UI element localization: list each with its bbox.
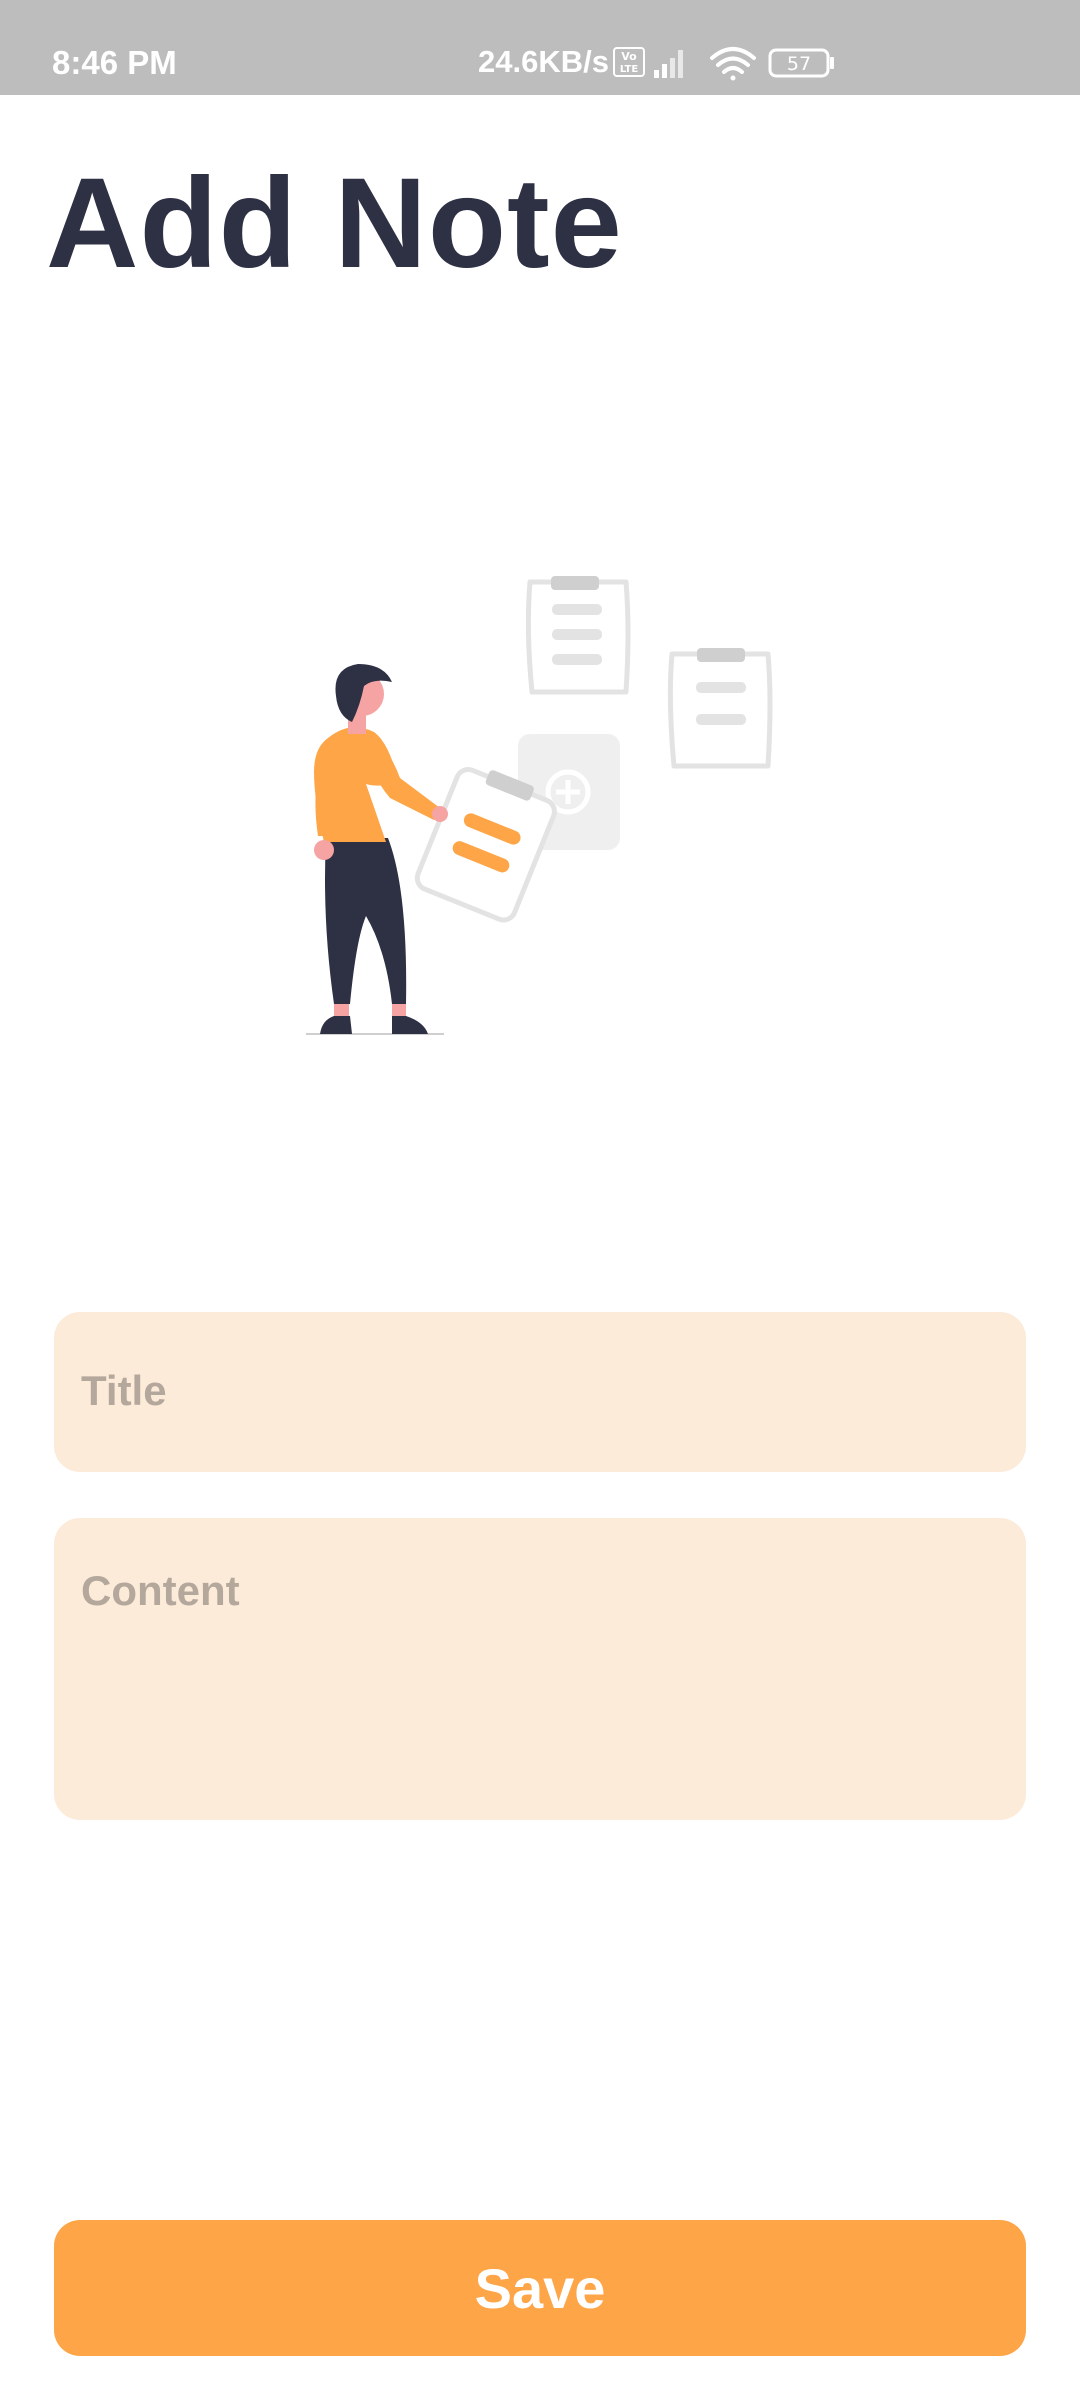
svg-text:Vo: Vo [621,50,637,63]
svg-text:LTE: LTE [620,64,639,75]
page-title: Add Note [46,152,623,295]
save-button[interactable]: Save [54,2220,1026,2356]
title-placeholder: Title [81,1367,167,1414]
content-field[interactable]: Content [54,1518,1026,1820]
battery-level: 57 [787,53,811,75]
content-placeholder: Content [81,1567,240,1614]
volte-icon: Vo LTE [613,47,645,77]
network-speed: 24.6KB/s [478,44,609,79]
clipboard-note-icon [667,648,773,769]
status-time: 8:46 PM [52,44,177,81]
clipboard-note-icon [525,576,631,695]
signal-icon [654,50,683,78]
battery-icon: 57 [768,48,834,78]
wifi-icon [710,47,756,81]
title-field[interactable]: Title [54,1312,1026,1472]
status-icons: Vo LTE 57 [613,47,834,81]
status-bar: 8:46 PM 24.6KB/s Vo LTE 57 [0,0,1080,95]
person-adding-notes-illustration [306,576,773,1035]
